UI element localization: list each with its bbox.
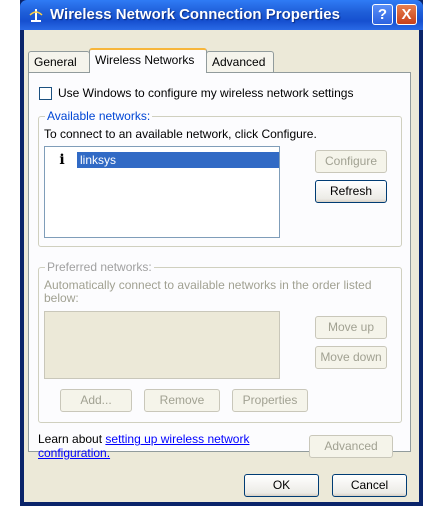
ok-button[interactable]: OK [244, 474, 319, 497]
learn-about-prefix: Learn about [38, 432, 106, 446]
properties-dialog: Wireless Network Connection Properties ?… [20, 0, 423, 506]
properties-button[interactable]: Properties [232, 389, 308, 412]
refresh-button[interactable]: Refresh [315, 180, 387, 203]
setup-link-line1[interactable]: setting up wireless network [105, 432, 249, 446]
available-networks-instruction: To connect to an available network, clic… [44, 127, 317, 141]
available-networks-group: Available networks: To connect to an ava… [38, 109, 402, 247]
tab-wireless-networks[interactable]: Wireless Networks [89, 48, 207, 73]
preferred-networks-group: Preferred networks: Automatically connec… [38, 260, 402, 423]
move-down-button[interactable]: Move down [315, 346, 387, 369]
wireless-networks-panel: Use Windows to configure my wireless net… [28, 72, 411, 460]
close-button[interactable]: X [396, 4, 417, 25]
setup-link-line2[interactable]: configuration. [38, 446, 110, 460]
help-button[interactable]: ? [372, 4, 393, 25]
preferred-description-line2: below: [44, 291, 79, 305]
preferred-networks-title: Preferred networks: [45, 260, 154, 274]
preferred-networks-list[interactable] [44, 311, 280, 379]
dialog-client-area: General Wireless Networks Advanced Use W… [24, 30, 419, 502]
use-windows-label[interactable]: Use Windows to configure my wireless net… [58, 86, 353, 100]
title-bar[interactable]: Wireless Network Connection Properties ?… [20, 0, 423, 30]
configure-button[interactable]: Configure [315, 150, 387, 173]
use-windows-checkbox[interactable] [39, 87, 52, 100]
move-up-button[interactable]: Move up [315, 316, 387, 339]
advanced-button[interactable]: Advanced [309, 435, 393, 458]
network-name: linksys [77, 152, 279, 168]
info-icon: i [59, 152, 65, 168]
tab-general[interactable]: General [28, 51, 90, 72]
cancel-button[interactable]: Cancel [332, 474, 407, 497]
list-item[interactable]: i linksys [55, 152, 279, 168]
available-networks-title: Available networks: [45, 109, 153, 123]
learn-about-text: Learn about setting up wireless network [38, 432, 249, 446]
preferred-description-line1: Automatically connect to available netwo… [44, 278, 372, 292]
remove-button[interactable]: Remove [144, 389, 220, 412]
wireless-network-icon [29, 9, 43, 22]
window-title: Wireless Network Connection Properties [50, 6, 340, 23]
add-button[interactable]: Add... [60, 389, 132, 412]
tab-advanced[interactable]: Advanced [206, 51, 274, 72]
available-networks-list[interactable]: i linksys [44, 146, 280, 238]
